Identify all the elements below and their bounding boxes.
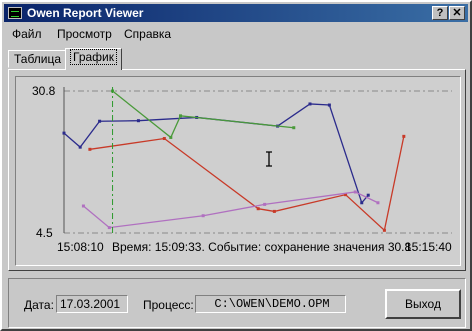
app-icon: [8, 7, 22, 19]
tab-chart[interactable]: График: [65, 48, 122, 70]
data-point-3-2: [201, 214, 205, 218]
data-point-1-2: [179, 114, 183, 118]
data-point-0-3: [136, 119, 140, 123]
tab-chart-label: График: [70, 49, 117, 65]
data-point-3-4: [353, 190, 357, 194]
data-point-3-5: [376, 201, 380, 205]
data-point-2-5: [382, 228, 386, 232]
menu-file[interactable]: Файл: [12, 27, 42, 41]
data-point-0-8: [360, 201, 364, 205]
series-line-0: [63, 103, 369, 205]
exit-button[interactable]: Выход: [385, 289, 461, 319]
help-button[interactable]: ?: [432, 6, 448, 20]
app-window: Owen Report Viewer ? ✕ Файл Просмотр Спр…: [0, 0, 472, 331]
chart-status-text: Время: 15:09:33. Событие: сохранение зна…: [112, 240, 411, 254]
x-tick-start: 15:08:10: [57, 240, 104, 254]
date-label: Дата:: [24, 298, 54, 312]
date-field: 17.03.2001: [56, 295, 128, 313]
close-button[interactable]: ✕: [449, 6, 465, 20]
data-point-3-1: [107, 226, 111, 230]
chart-area[interactable]: 30.8 4.5 15:08:10 Время: 15:09:33. Событ…: [15, 76, 461, 266]
data-point-3-3: [263, 202, 267, 206]
window-title: Owen Report Viewer: [27, 6, 144, 20]
y-tick-bottom: 4.5: [36, 226, 53, 240]
data-point-2-3: [272, 209, 276, 213]
data-point-0-0: [62, 131, 66, 135]
x-tick-end: 15:15:40: [405, 240, 452, 254]
menu-view[interactable]: Просмотр: [57, 27, 112, 41]
process-label: Процесс:: [143, 298, 194, 312]
data-point-0-1: [78, 145, 82, 149]
data-point-3-0: [81, 204, 85, 208]
data-point-2-0: [88, 147, 92, 151]
menu-help[interactable]: Справка: [124, 27, 171, 41]
data-point-0-7: [327, 103, 331, 107]
data-point-0-6: [308, 102, 312, 106]
tab-table-label: Таблица: [14, 52, 62, 66]
data-point-0-2: [98, 119, 102, 123]
data-point-1-3: [292, 126, 296, 130]
series-line-2: [89, 136, 405, 232]
data-point-2-1: [162, 137, 166, 141]
title-bar[interactable]: Owen Report Viewer ? ✕: [4, 4, 468, 22]
text-cursor-icon: [266, 151, 272, 167]
tab-table[interactable]: Таблица: [8, 50, 68, 68]
y-tick-top: 30.8: [32, 84, 56, 98]
data-point-2-2: [256, 207, 260, 211]
data-point-1-1: [169, 135, 173, 139]
chart-svg[interactable]: 30.8 4.5 15:08:10 Время: 15:09:33. Событ…: [16, 77, 460, 265]
menu-bar: Файл Просмотр Справка: [4, 24, 468, 44]
process-field: C:\OWEN\DEMO.OPM: [195, 295, 346, 313]
data-point-0-9: [366, 193, 370, 197]
data-point-2-6: [402, 134, 406, 138]
series-line-1: [112, 90, 294, 139]
